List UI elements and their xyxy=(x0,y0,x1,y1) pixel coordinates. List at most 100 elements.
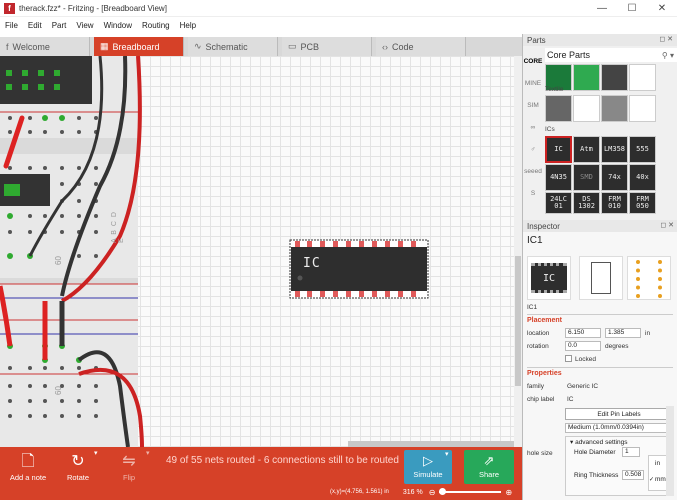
part-tile-module[interactable] xyxy=(601,64,628,91)
tab-pcb[interactable]: ▭ PCB xyxy=(282,37,372,56)
menu-window[interactable]: Window xyxy=(99,21,137,30)
edit-pin-labels-button[interactable]: Edit Pin Labels xyxy=(565,408,673,420)
bin-core[interactable]: CORE xyxy=(523,50,543,72)
bin-link-icon[interactable]: ∞ xyxy=(523,116,543,138)
zoom-slider-knob[interactable] xyxy=(439,488,447,495)
part-tile-4n35[interactable]: 4N35 xyxy=(545,164,572,191)
scroll-thumb[interactable] xyxy=(515,256,521,386)
flip-dropdown-icon[interactable]: ▾ xyxy=(146,449,150,457)
pcb-preview xyxy=(627,256,671,300)
tab-code[interactable]: ‹› Code xyxy=(376,37,466,56)
tab-label: Code xyxy=(392,41,414,52)
menu-file[interactable]: File xyxy=(0,21,23,30)
panel-float-close-icon[interactable]: ◻ ✕ xyxy=(659,35,673,43)
part-tile-40x[interactable]: 40x xyxy=(629,164,656,191)
add-note-button[interactable]: 🗋 Add a note xyxy=(8,451,48,482)
hole-diameter-label: Hole Diameter xyxy=(574,449,616,456)
hole-size-select[interactable]: Medium (1.0mm/0.0394in) xyxy=(565,423,673,433)
part-tile-atm[interactable]: Atm xyxy=(573,136,600,163)
part-tile-board[interactable] xyxy=(573,64,600,91)
menu-edit[interactable]: Edit xyxy=(23,21,47,30)
bin-sim[interactable]: SIM xyxy=(523,94,543,116)
breadboard-column-letters: A B C D E xyxy=(111,211,125,243)
separator xyxy=(527,367,673,368)
zoom-in-icon[interactable]: ⊕ xyxy=(505,488,512,497)
location-y-input[interactable]: 1.385 xyxy=(605,328,641,338)
fritzing-f-icon: f xyxy=(6,41,9,52)
family-value: Generic IC xyxy=(567,383,599,390)
menu-part[interactable]: Part xyxy=(47,21,72,30)
window-title: therack.fzz* - Fritzing - [Breadboard Vi… xyxy=(19,3,167,13)
zoom-level[interactable]: 316 % xyxy=(403,489,423,496)
inspector-float-close-icon[interactable]: ◻ ✕ xyxy=(660,221,674,229)
canvas-vertical-scrollbar[interactable] xyxy=(514,56,522,447)
flip-button[interactable]: ⇋ Flip xyxy=(114,451,144,482)
routing-status[interactable]: 49 of 55 nets routed - 6 connections sti… xyxy=(166,455,399,466)
menu-view[interactable]: View xyxy=(71,21,98,30)
parts-panel-title: Parts xyxy=(527,35,546,45)
part-tile-24lc01[interactable]: 24LC 01 xyxy=(545,192,572,214)
locked-label: Locked xyxy=(575,356,596,363)
bin-seeed[interactable]: seeed xyxy=(523,160,543,182)
pcb-icon: ▭ xyxy=(288,41,297,51)
inspector-scrollbar[interactable] xyxy=(666,406,674,496)
rotate-dropdown-icon[interactable]: ▾ xyxy=(94,449,98,457)
part-tile-textile-4[interactable] xyxy=(629,95,656,122)
schematic-preview xyxy=(579,256,623,300)
share-icon: ⇗ xyxy=(483,453,495,468)
part-tile-textile-3[interactable] xyxy=(601,95,628,122)
zoom-slider[interactable] xyxy=(439,488,502,495)
breadboard-canvas[interactable]: IC 60 60 A B C D E xyxy=(0,56,514,447)
inspector-panel: Inspector ◻ ✕ IC1 IC IC1 Placement locat… xyxy=(523,220,677,500)
unit-mm-option[interactable]: mm xyxy=(655,476,666,483)
close-button[interactable]: ✕ xyxy=(647,0,677,17)
bin-sparkfun-icon[interactable]: S xyxy=(523,182,543,204)
part-tile-lm358[interactable]: LM358 xyxy=(601,136,628,163)
menu-routing[interactable]: Routing xyxy=(137,21,175,30)
tab-label: Breadboard xyxy=(112,41,160,52)
ic-label: IC xyxy=(303,256,321,271)
advanced-settings-label: ▾ advanced settings xyxy=(570,439,628,446)
breadboard-icon: ▦ xyxy=(100,41,109,51)
search-bin-icon[interactable]: ⚲ ▾ xyxy=(662,51,674,60)
ring-thickness-input[interactable]: 0.508 xyxy=(622,470,644,480)
flip-icon: ⇋ xyxy=(122,453,136,470)
advanced-settings-box: ▾ advanced settings Hole Diameter 1 Ring… xyxy=(565,436,673,496)
part-tile-smd[interactable]: SMD xyxy=(573,164,600,191)
add-note-label: Add a note xyxy=(9,473,47,482)
location-x-input[interactable]: 6.150 xyxy=(565,328,601,338)
parts-bin-header: Core Parts ⚲ ▾ xyxy=(545,48,677,62)
locked-checkbox[interactable] xyxy=(565,355,572,362)
tab-breadboard[interactable]: ▦ Breadboard xyxy=(94,37,184,56)
schematic-icon: ∿ xyxy=(194,41,202,51)
part-tile-ds1302[interactable]: DS 1302 xyxy=(573,192,600,214)
part-tile-74x[interactable]: 74x xyxy=(601,164,628,191)
part-tile-textile-1[interactable] xyxy=(545,95,572,122)
rotation-input[interactable]: 0.0 xyxy=(565,341,601,351)
part-tile-textile-2[interactable] xyxy=(573,95,600,122)
rotate-button[interactable]: ↻ Rotate xyxy=(60,451,96,482)
inspector-title: Inspector xyxy=(527,221,560,231)
tab-schematic[interactable]: ∿ Schematic xyxy=(188,37,278,56)
hole-diameter-input[interactable]: 1 xyxy=(622,447,640,457)
minimize-button[interactable]: — xyxy=(587,0,617,17)
part-tile-ic[interactable]: IC xyxy=(545,136,572,163)
chip-label-value[interactable]: IC xyxy=(567,396,574,403)
maximize-button[interactable]: ☐ xyxy=(617,0,647,17)
zoom-out-icon[interactable]: ⊖ xyxy=(429,488,436,497)
rotate-label: Rotate xyxy=(66,473,90,482)
unit-in-option[interactable]: in xyxy=(655,460,660,467)
share-button[interactable]: ⇗ Share xyxy=(464,450,514,484)
part-tile-misc[interactable] xyxy=(629,64,656,91)
bin-mine[interactable]: MINE xyxy=(523,72,543,94)
share-label: Share xyxy=(478,470,499,479)
tab-welcome[interactable]: f Welcome xyxy=(0,37,90,56)
bin-contrib-icon[interactable]: ♂ xyxy=(523,138,543,160)
part-tile-frm010[interactable]: FRM 010 xyxy=(601,192,628,214)
hole-size-label: hole size xyxy=(527,450,553,457)
part-tile-555[interactable]: 555 xyxy=(629,136,656,163)
location-unit[interactable]: in xyxy=(645,330,650,337)
simulate-dropdown-icon[interactable]: ▾ xyxy=(445,450,449,458)
part-tile-frm050[interactable]: FRM 050 xyxy=(629,192,656,214)
menu-help[interactable]: Help xyxy=(175,21,201,30)
